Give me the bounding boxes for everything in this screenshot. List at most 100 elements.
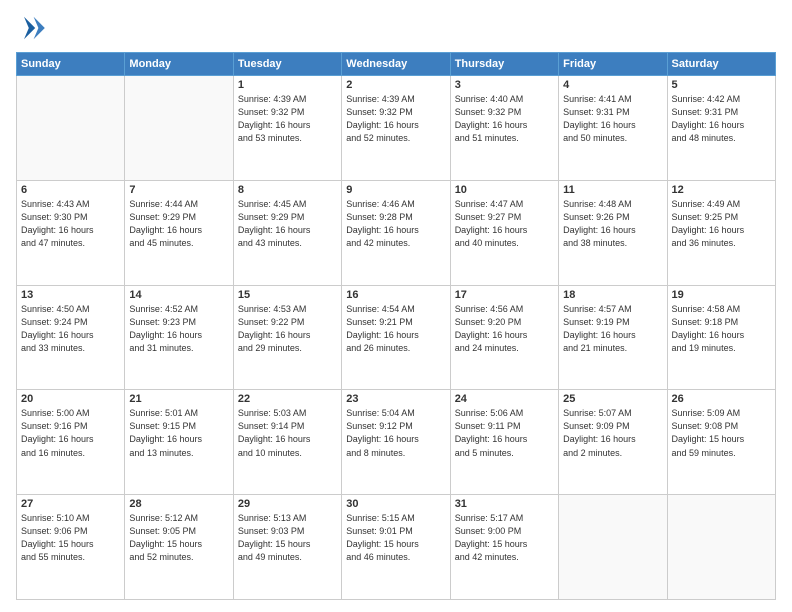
calendar-cell: 3 Sunrise: 4:40 AM Sunset: 9:32 PM Daylig… [450, 76, 558, 181]
calendar-cell: 9Sunrise: 4:46 AM Sunset: 9:28 PM Daylig… [342, 180, 450, 285]
day-info: Sunrise: 5:04 AM Sunset: 9:12 PM Dayligh… [346, 407, 445, 459]
calendar-cell: 18 Sunrise: 4:57 AM Sunset: 9:19 PM Dayli… [559, 285, 667, 390]
day-info: Sunrise: 5:13 AM Sunset: 9:03 PM Dayligh… [238, 512, 337, 564]
logo-icon [16, 12, 48, 44]
day-info: Sunrise: 4:44 AM Sunset: 9:29 PM Dayligh… [129, 198, 228, 250]
calendar-cell: 4Sunrise: 4:41 AM Sunset: 9:31 PM Daylig… [559, 76, 667, 181]
calendar-week-3: 20 Sunrise: 5:00 AM Sunset: 9:16 PM Dayli… [17, 390, 776, 495]
logo [16, 12, 52, 44]
day-number: 13 [21, 289, 120, 301]
day-info: Sunrise: 4:50 AM Sunset: 9:24 PM Dayligh… [21, 303, 120, 355]
day-number: 11 [563, 184, 662, 196]
calendar-cell: 2Sunrise: 4:39 AM Sunset: 9:32 PM Daylig… [342, 76, 450, 181]
calendar-week-4: 27 Sunrise: 5:10 AM Sunset: 9:06 PM Dayli… [17, 495, 776, 600]
day-number: 30 [346, 498, 445, 510]
day-number: 4 [563, 79, 662, 91]
day-info: Sunrise: 5:07 AM Sunset: 9:09 PM Dayligh… [563, 407, 662, 459]
calendar-cell: 31 Sunrise: 5:17 AM Sunset: 9:00 PM Dayli… [450, 495, 558, 600]
day-info: Sunrise: 5:15 AM Sunset: 9:01 PM Dayligh… [346, 512, 445, 564]
day-info: Sunrise: 5:12 AM Sunset: 9:05 PM Dayligh… [129, 512, 228, 564]
day-number: 7 [129, 184, 228, 196]
day-info: Sunrise: 4:54 AM Sunset: 9:21 PM Dayligh… [346, 303, 445, 355]
calendar-header-sunday: Sunday [17, 53, 125, 76]
calendar-header-row: SundayMondayTuesdayWednesdayThursdayFrid… [17, 53, 776, 76]
calendar-cell: 12 Sunrise: 4:49 AM Sunset: 9:25 PM Dayli… [667, 180, 775, 285]
day-info: Sunrise: 5:03 AM Sunset: 9:14 PM Dayligh… [238, 407, 337, 459]
day-number: 5 [672, 79, 771, 91]
calendar-cell: 6Sunrise: 4:43 AM Sunset: 9:30 PM Daylig… [17, 180, 125, 285]
day-info: Sunrise: 4:47 AM Sunset: 9:27 PM Dayligh… [455, 198, 554, 250]
calendar-table: SundayMondayTuesdayWednesdayThursdayFrid… [16, 52, 776, 600]
day-number: 18 [563, 289, 662, 301]
day-info: Sunrise: 4:39 AM Sunset: 9:32 PM Dayligh… [346, 93, 445, 145]
header [16, 12, 776, 44]
calendar-cell: 11Sunrise: 4:48 AM Sunset: 9:26 PM Dayli… [559, 180, 667, 285]
day-number: 27 [21, 498, 120, 510]
day-info: Sunrise: 5:17 AM Sunset: 9:00 PM Dayligh… [455, 512, 554, 564]
day-info: Sunrise: 4:58 AM Sunset: 9:18 PM Dayligh… [672, 303, 771, 355]
day-number: 10 [455, 184, 554, 196]
calendar-cell: 25 Sunrise: 5:07 AM Sunset: 9:09 PM Dayli… [559, 390, 667, 495]
page: SundayMondayTuesdayWednesdayThursdayFrid… [0, 0, 792, 612]
day-number: 23 [346, 393, 445, 405]
calendar-cell: 5Sunrise: 4:42 AM Sunset: 9:31 PM Daylig… [667, 76, 775, 181]
calendar-cell [559, 495, 667, 600]
calendar-cell [17, 76, 125, 181]
calendar-cell: 24 Sunrise: 5:06 AM Sunset: 9:11 PM Dayli… [450, 390, 558, 495]
calendar-week-1: 6Sunrise: 4:43 AM Sunset: 9:30 PM Daylig… [17, 180, 776, 285]
day-number: 26 [672, 393, 771, 405]
day-info: Sunrise: 5:01 AM Sunset: 9:15 PM Dayligh… [129, 407, 228, 459]
calendar-header-monday: Monday [125, 53, 233, 76]
day-info: Sunrise: 4:45 AM Sunset: 9:29 PM Dayligh… [238, 198, 337, 250]
day-info: Sunrise: 5:09 AM Sunset: 9:08 PM Dayligh… [672, 407, 771, 459]
day-number: 19 [672, 289, 771, 301]
calendar-header-tuesday: Tuesday [233, 53, 341, 76]
calendar-cell: 21 Sunrise: 5:01 AM Sunset: 9:15 PM Dayli… [125, 390, 233, 495]
calendar-cell: 22 Sunrise: 5:03 AM Sunset: 9:14 PM Dayli… [233, 390, 341, 495]
calendar-cell [125, 76, 233, 181]
day-info: Sunrise: 4:43 AM Sunset: 9:30 PM Dayligh… [21, 198, 120, 250]
calendar-header-wednesday: Wednesday [342, 53, 450, 76]
day-number: 25 [563, 393, 662, 405]
calendar-cell: 29Sunrise: 5:13 AM Sunset: 9:03 PM Dayli… [233, 495, 341, 600]
day-number: 3 [455, 79, 554, 91]
day-info: Sunrise: 4:39 AM Sunset: 9:32 PM Dayligh… [238, 93, 337, 145]
day-info: Sunrise: 5:06 AM Sunset: 9:11 PM Dayligh… [455, 407, 554, 459]
day-number: 12 [672, 184, 771, 196]
calendar-cell: 20 Sunrise: 5:00 AM Sunset: 9:16 PM Dayli… [17, 390, 125, 495]
calendar-cell: 23 Sunrise: 5:04 AM Sunset: 9:12 PM Dayli… [342, 390, 450, 495]
calendar-cell [667, 495, 775, 600]
day-number: 9 [346, 184, 445, 196]
calendar-cell: 28 Sunrise: 5:12 AM Sunset: 9:05 PM Dayli… [125, 495, 233, 600]
day-number: 17 [455, 289, 554, 301]
day-number: 24 [455, 393, 554, 405]
day-number: 1 [238, 79, 337, 91]
day-info: Sunrise: 5:10 AM Sunset: 9:06 PM Dayligh… [21, 512, 120, 564]
day-info: Sunrise: 5:00 AM Sunset: 9:16 PM Dayligh… [21, 407, 120, 459]
day-info: Sunrise: 4:56 AM Sunset: 9:20 PM Dayligh… [455, 303, 554, 355]
calendar-cell: 15 Sunrise: 4:53 AM Sunset: 9:22 PM Dayli… [233, 285, 341, 390]
day-number: 20 [21, 393, 120, 405]
day-number: 22 [238, 393, 337, 405]
calendar-week-0: 1 Sunrise: 4:39 AM Sunset: 9:32 PM Daylig… [17, 76, 776, 181]
day-info: Sunrise: 4:49 AM Sunset: 9:25 PM Dayligh… [672, 198, 771, 250]
calendar-header-saturday: Saturday [667, 53, 775, 76]
calendar-cell: 10 Sunrise: 4:47 AM Sunset: 9:27 PM Dayli… [450, 180, 558, 285]
calendar-cell: 1 Sunrise: 4:39 AM Sunset: 9:32 PM Daylig… [233, 76, 341, 181]
calendar-cell: 26 Sunrise: 5:09 AM Sunset: 9:08 PM Dayli… [667, 390, 775, 495]
day-number: 31 [455, 498, 554, 510]
calendar-cell: 27 Sunrise: 5:10 AM Sunset: 9:06 PM Dayli… [17, 495, 125, 600]
calendar-cell: 7 Sunrise: 4:44 AM Sunset: 9:29 PM Daylig… [125, 180, 233, 285]
day-number: 21 [129, 393, 228, 405]
calendar-week-2: 13 Sunrise: 4:50 AM Sunset: 9:24 PM Dayli… [17, 285, 776, 390]
day-number: 8 [238, 184, 337, 196]
calendar-cell: 14Sunrise: 4:52 AM Sunset: 9:23 PM Dayli… [125, 285, 233, 390]
calendar-header-friday: Friday [559, 53, 667, 76]
day-number: 28 [129, 498, 228, 510]
day-info: Sunrise: 4:52 AM Sunset: 9:23 PM Dayligh… [129, 303, 228, 355]
day-info: Sunrise: 4:40 AM Sunset: 9:32 PM Dayligh… [455, 93, 554, 145]
day-number: 15 [238, 289, 337, 301]
day-info: Sunrise: 4:57 AM Sunset: 9:19 PM Dayligh… [563, 303, 662, 355]
day-info: Sunrise: 4:53 AM Sunset: 9:22 PM Dayligh… [238, 303, 337, 355]
calendar-cell: 17 Sunrise: 4:56 AM Sunset: 9:20 PM Dayli… [450, 285, 558, 390]
